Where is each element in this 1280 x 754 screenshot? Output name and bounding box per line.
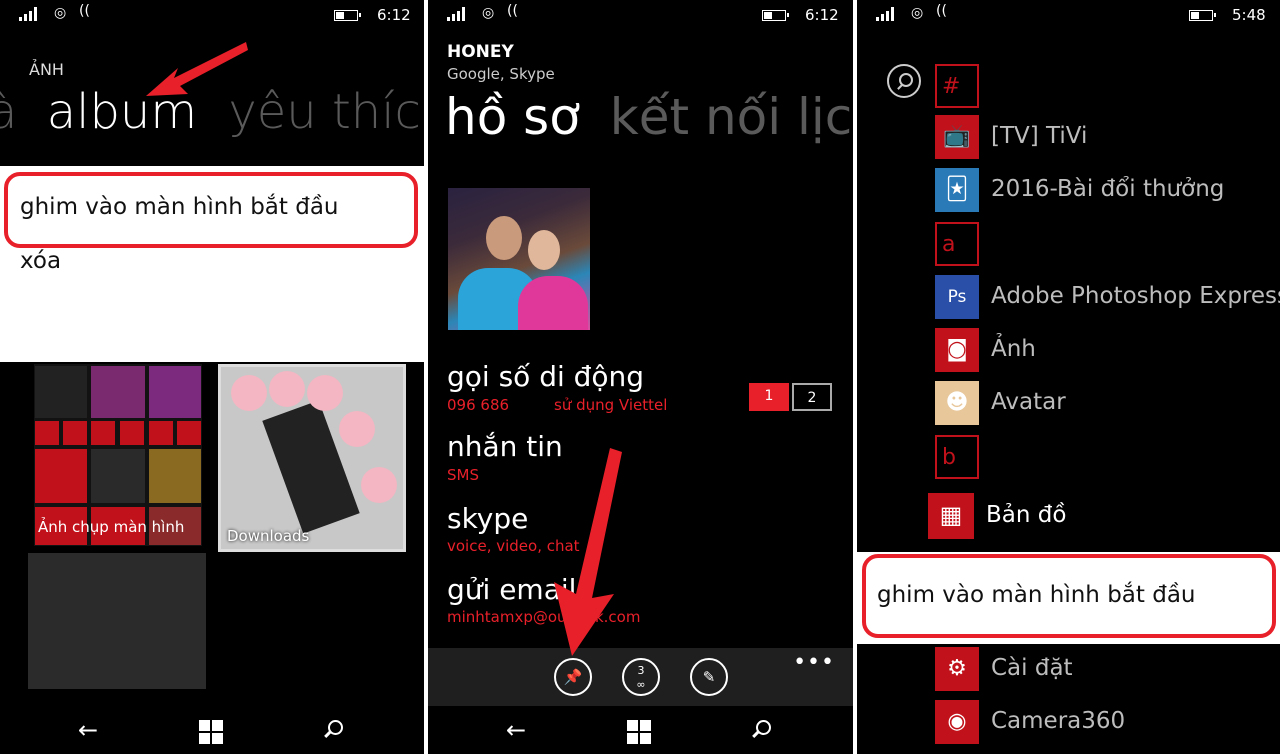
signal-icon [19, 7, 43, 21]
sim-icon: ◎ [911, 5, 924, 21]
letter-b[interactable]: b [935, 435, 979, 479]
app-camera360[interactable]: Camera360 [991, 708, 1125, 734]
maps-icon: ▦ [928, 493, 974, 539]
search-icon[interactable] [328, 720, 343, 735]
nav-bar: ← [0, 706, 424, 754]
phone-app-list: ◎ (( 5:48 # 📺 [TV] TiVi 🃏 2016-Bài đổi t… [857, 0, 1280, 754]
app-settings[interactable]: Cài đặt [991, 655, 1073, 681]
call-number: 096 686 [447, 396, 510, 414]
thumb-camera [91, 366, 145, 418]
thumb-music [35, 449, 87, 503]
app-photos[interactable]: Ảnh [991, 336, 1036, 362]
app-bar: 📌 3 ∞ ✎ ••• [428, 648, 853, 706]
status-bar: ◎ (( 6:12 [428, 0, 853, 30]
app-bai-doi-thuong[interactable]: 2016-Bài đổi thưởng [991, 176, 1224, 202]
signal-icon [876, 7, 900, 21]
wifi-icon: (( [936, 3, 947, 19]
sim1-button[interactable]: 1 [749, 383, 789, 411]
game-icon: 🃏 [935, 168, 979, 212]
arrow-annotation [146, 42, 248, 96]
menu-pin-to-start[interactable]: ghim vào màn hình bắt đầu [20, 194, 339, 220]
back-icon[interactable]: ← [78, 716, 98, 744]
status-bar: ◎ (( 6:12 [0, 0, 424, 30]
wifi-icon: (( [79, 3, 90, 19]
windows-icon[interactable] [627, 720, 651, 744]
context-menu: ghim vào màn hình bắt đầu xóa [0, 166, 424, 362]
tv-icon: 📺 [935, 115, 979, 159]
thumb-metro-tube [91, 449, 145, 503]
battery-icon [334, 10, 361, 21]
album-screenshots-label: Ảnh chụp màn hình [38, 518, 185, 536]
camera-icon: ◙ [935, 328, 979, 372]
album-screenshots[interactable]: Ảnh chụp màn hình [34, 364, 202, 546]
wifi-icon: (( [507, 3, 518, 19]
avatar-icon: ☻ [935, 381, 979, 425]
pivot-header: hồ sơ kết nối lịch [445, 88, 853, 146]
letter-hash[interactable]: # [935, 64, 979, 108]
back-icon[interactable]: ← [506, 716, 526, 744]
pivot-favorites[interactable]: yêu thích [228, 84, 424, 140]
search-icon[interactable] [756, 720, 771, 735]
action-message[interactable]: nhắn tin [447, 430, 563, 463]
app-photoshop-express[interactable]: Adobe Photoshop Express [991, 283, 1280, 309]
album-placeholder[interactable] [28, 553, 206, 689]
sim2-button[interactable]: 2 [792, 383, 832, 411]
menu-pin-to-start[interactable]: ghim vào màn hình bắt đầu [877, 582, 1196, 608]
status-time: 5:48 [1232, 6, 1266, 24]
action-call-mobile[interactable]: gọi số di động [447, 360, 644, 393]
letter-a[interactable]: a [935, 222, 979, 266]
sim-icon: ◎ [482, 5, 495, 21]
pivot-prev[interactable]: à [0, 84, 17, 140]
status-bar: ◎ (( 5:48 [857, 0, 1280, 30]
section-title: ẢNH [29, 60, 64, 79]
more-icon[interactable]: ••• [793, 650, 835, 675]
settings-icon: ⚙ [935, 647, 979, 691]
context-menu: ghim vào màn hình bắt đầu [857, 552, 1280, 644]
status-time: 6:12 [377, 6, 411, 24]
windows-icon[interactable] [199, 720, 223, 744]
contact-photo [448, 188, 590, 330]
status-time: 6:12 [805, 6, 839, 24]
app-tivi[interactable]: [TV] TiVi [991, 123, 1087, 149]
thumb-photos [35, 366, 87, 418]
call-carrier: sử dụng Viettel [554, 396, 668, 414]
action-skype[interactable]: skype [447, 502, 528, 535]
sim-icon: ◎ [54, 5, 67, 21]
pivot-connections[interactable]: kết nối lịch [610, 88, 853, 146]
link-icon[interactable]: 3 ∞ [622, 658, 660, 696]
album-downloads-label: Downloads [227, 527, 310, 545]
pin-icon[interactable]: 📌 [554, 658, 592, 696]
edit-icon[interactable]: ✎ [690, 658, 728, 696]
contact-sources: Google, Skype [447, 65, 555, 83]
album-downloads[interactable]: Downloads [218, 364, 406, 552]
thumb-onenote [149, 366, 201, 418]
signal-icon [447, 7, 471, 21]
thumb-tienlen [149, 449, 201, 503]
photoshop-icon: Ps [935, 275, 979, 319]
phone-contact-profile: ◎ (( 6:12 HONEY Google, Skype hồ sơ kết … [428, 0, 853, 754]
pivot-profile[interactable]: hồ sơ [445, 88, 580, 146]
battery-icon [762, 10, 789, 21]
arrow-annotation [554, 448, 622, 656]
message-sub: SMS [447, 466, 479, 484]
nav-bar: ← [428, 706, 853, 754]
camera360-icon: ◉ [935, 700, 979, 744]
battery-icon [1189, 10, 1216, 21]
app-maps[interactable]: Bản đồ [986, 502, 1066, 528]
menu-delete[interactable]: xóa [20, 248, 61, 274]
search-icon[interactable] [887, 64, 921, 98]
app-avatar[interactable]: Avatar [991, 389, 1066, 415]
phone-photos-album: ◎ (( 6:12 ẢNH à album yêu thích ghim vào… [0, 0, 424, 754]
contact-name: HONEY [447, 42, 514, 62]
